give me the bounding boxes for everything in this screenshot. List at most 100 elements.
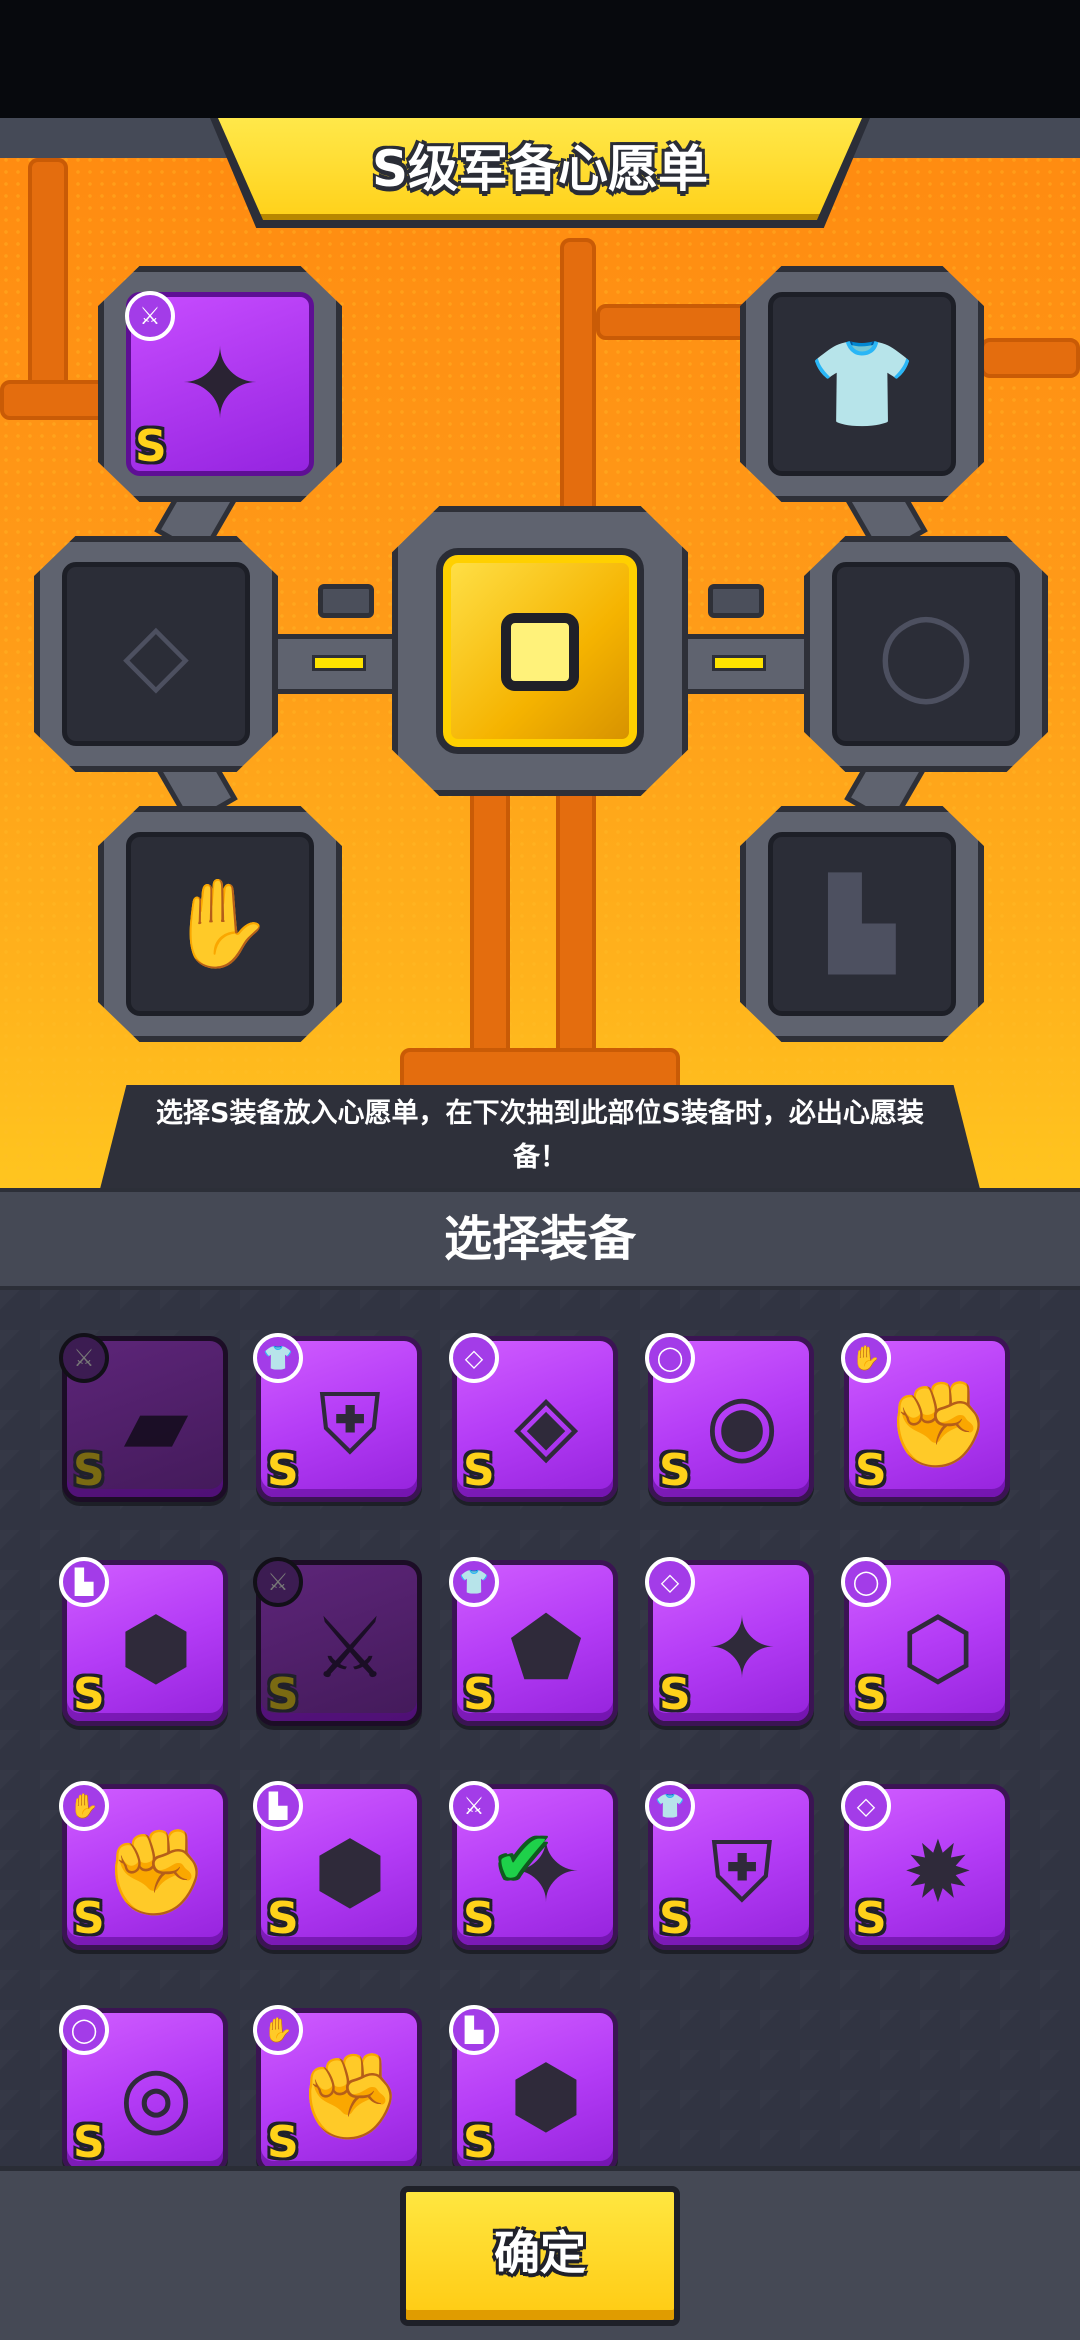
gloves-slot-icon: ✋ <box>841 1333 891 1383</box>
equipment-card[interactable]: ✊ ✋ S <box>841 1333 1010 1502</box>
wish-slot-boots[interactable]: ▙ <box>740 806 984 1042</box>
center-core <box>392 506 688 796</box>
weapon-slot-icon: ⚔ <box>449 1781 499 1831</box>
belt-slot-icon: ◯ <box>841 1557 891 1607</box>
equipment-card[interactable]: ✹ ◇ S <box>841 1781 1010 1950</box>
grade-label: S <box>135 421 167 472</box>
weapon-slot-icon: ⚔ <box>253 1557 303 1607</box>
pipe-decor <box>596 304 756 340</box>
belt-slot-icon: ◯ <box>59 2005 109 2055</box>
dagger-icon: ⚔ <box>125 291 175 341</box>
orb-dagger-icon: ✦ <box>179 328 261 440</box>
boots-slot-icon: ▙ <box>449 2005 499 2055</box>
silver-glove-icon: ✊ <box>297 2047 403 2145</box>
hint-text: 选择S装备放入心愿单，在下次抽到此部位S装备时，必出心愿装备！ <box>156 1098 924 1173</box>
grade-label: S <box>267 2117 299 2166</box>
silver-boot-icon: ⬢ <box>509 2047 583 2145</box>
pipe-decor <box>28 158 68 398</box>
grade-label: S <box>267 1669 299 1720</box>
tech-glove-icon: ✊ <box>103 1823 209 1921</box>
equipment-card[interactable]: ⛨ 👕 S <box>645 1781 814 1950</box>
slot-well: ◯ <box>832 562 1020 746</box>
armor-slot-icon: 👕 <box>645 1781 695 1831</box>
equipment-card[interactable]: ✦ ⚔ S ✔ <box>449 1781 618 1950</box>
equipment-card[interactable]: ✊ ✋ S <box>253 2005 422 2166</box>
slot-well: ▙ <box>768 832 956 1016</box>
pipe-decor <box>560 238 596 538</box>
grade-label: S <box>659 1893 691 1944</box>
orb-belt-icon: ◎ <box>119 2047 193 2145</box>
grade-label: S <box>463 1893 495 1944</box>
pipe-decor <box>980 338 1080 378</box>
necklace-slot-icon: ◇ <box>645 1557 695 1607</box>
confirm-button[interactable]: 确定 <box>400 2186 680 2326</box>
silver-armor-icon: ⛨ <box>710 1823 774 1921</box>
connector-light-right <box>712 655 766 671</box>
grade-label: S <box>855 1445 887 1496</box>
equipment-card[interactable]: ⬡ ◯ S <box>841 1557 1010 1726</box>
grade-label: S <box>463 1669 495 1720</box>
bolt-right <box>708 584 764 618</box>
equipment-card[interactable]: ◉ ◯ S <box>645 1333 814 1502</box>
ruby-belt-icon: ◉ <box>705 1375 779 1473</box>
confirm-label: 确定 <box>494 2226 586 2280</box>
grade-label: S <box>267 1445 299 1496</box>
grade-label: S <box>73 1669 105 1720</box>
grade-label: S <box>73 1445 105 1496</box>
equipment-card[interactable]: ⬢ ▙ S <box>449 2005 618 2166</box>
equipment-card[interactable]: ✊ ✋ S <box>59 1781 228 1950</box>
chain-necklace-icon: ◈ <box>513 1375 579 1473</box>
grade-label: S <box>855 1893 887 1944</box>
armor-slot-icon: 👕 <box>449 1557 499 1607</box>
grade-label: S <box>659 1445 691 1496</box>
necklace-icon: ◇ <box>122 604 190 704</box>
shirt-icon: 👕 <box>808 334 916 434</box>
grade-label: S <box>73 1893 105 1944</box>
grade-label: S <box>463 2117 495 2166</box>
mech-boot-icon: ⬢ <box>313 1823 387 1921</box>
selection-title: 选择装备 <box>443 1211 636 1267</box>
gloves-slot-icon: ✋ <box>253 2005 303 2055</box>
gauntlet-icon: ✊ <box>885 1375 991 1473</box>
equipment-card[interactable]: ◎ ◯ S <box>59 2005 228 2166</box>
grade-label: S <box>855 1669 887 1720</box>
wish-slot-gloves[interactable]: ✋ <box>98 806 342 1042</box>
equipment-card[interactable]: ⛨ 👕 S <box>253 1333 422 1502</box>
wish-slot-necklace[interactable]: ◇ <box>34 536 278 772</box>
wishlist-panel: S级军备心愿单 ✦ ⚔ S 👕 ◇ ◯ ✋ ▙ <box>0 118 1080 1188</box>
chest-armor-icon: ⛨ <box>318 1375 382 1473</box>
boot-icon: ▙ <box>828 874 896 974</box>
spiked-boot-icon: ⬢ <box>119 1599 193 1697</box>
necklace-slot-icon: ◇ <box>841 1781 891 1831</box>
equipment-card[interactable]: ⬢ ▙ S <box>59 1557 228 1726</box>
wishlist-title: S级军备心愿单 <box>371 140 708 198</box>
check-icon: ✔ <box>493 1817 554 1901</box>
grade-label: S <box>73 2117 105 2166</box>
equipment-card[interactable]: ⬢ ▙ S <box>253 1781 422 1950</box>
grade-label: S <box>267 1893 299 1944</box>
slot-well: ◇ <box>62 562 250 746</box>
equipment-card[interactable]: ✦ ◇ S <box>645 1557 814 1726</box>
equipment-card[interactable]: ⬟ 👕 S <box>449 1557 618 1726</box>
wish-slot-belt[interactable]: ◯ <box>804 536 1048 772</box>
grade-label: S <box>659 1669 691 1720</box>
equipment-card[interactable]: ◈ ◇ S <box>449 1333 618 1502</box>
weapon-slot-icon: ⚔ <box>59 1333 109 1383</box>
bolt-left <box>318 584 374 618</box>
wish-slot-weapon[interactable]: ✦ ⚔ S <box>98 266 342 502</box>
grade-label: S <box>463 1445 495 1496</box>
orb-necklace-icon: ✹ <box>902 1823 974 1921</box>
glove-icon: ✋ <box>166 874 274 974</box>
wish-slot-armor[interactable]: 👕 <box>740 266 984 502</box>
wish-slot-weapon-filled: ✦ ⚔ S <box>125 291 314 476</box>
slot-well: 👕 <box>768 292 956 476</box>
armor-slot-icon: 👕 <box>253 1333 303 1383</box>
gloves-slot-icon: ✋ <box>59 1781 109 1831</box>
equipment-grid[interactable]: ▰ ⚔ S ⛨ 👕 S ◈ ◇ S ◉ ◯ S ✊ ✋ S ⬢ ▙ S ⚔ ⚔ S ⬟ 👕 S ✦ ◇ S ⬡ ◯ S ✊ ✋ S ⬢ ▙ S ✦ ⚔ S ✔… <box>0 1290 1080 2166</box>
equipment-card[interactable]: ▰ ⚔ S <box>59 1333 228 1502</box>
slot-well: ✋ <box>126 832 314 1016</box>
boots-slot-icon: ▙ <box>59 1557 109 1607</box>
equipment-card[interactable]: ⚔ ⚔ S <box>253 1557 422 1726</box>
core-center <box>501 613 579 691</box>
boots-slot-icon: ▙ <box>253 1781 303 1831</box>
